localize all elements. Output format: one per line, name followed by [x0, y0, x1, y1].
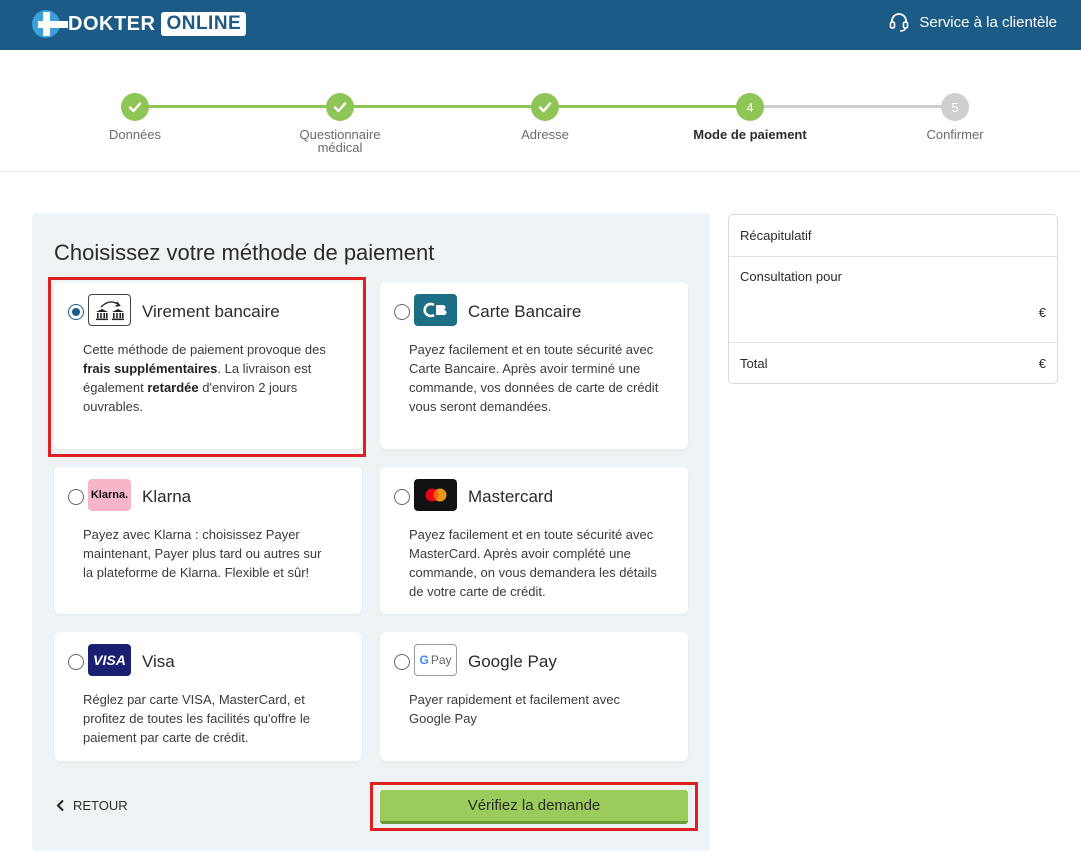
step-3-check-icon [531, 93, 559, 121]
payment-option-visa[interactable]: VISA Visa Réglez par carte VISA, MasterC… [54, 632, 362, 761]
page-title: Choisissez votre méthode de paiement [54, 240, 435, 265]
carte-bancaire-radio[interactable] [394, 304, 410, 320]
visa-icon: VISA [88, 644, 131, 676]
klarna-icon: Klarna. [88, 479, 131, 511]
summary-consultation-label: Consultation pour [740, 269, 842, 284]
top-header: DOKTER ONLINE Service à la clientèle [0, 0, 1081, 50]
plus-logo-icon [32, 10, 68, 38]
step-label-adresse: Adresse [521, 127, 569, 142]
step-1-check-icon [121, 93, 149, 121]
google-pay-icon: G Pay [414, 644, 457, 676]
step-2-check-icon [326, 93, 354, 121]
step-4-circle: 4 [736, 93, 764, 121]
mastercard-icon [414, 479, 457, 511]
summary-consultation-price: € [1038, 305, 1046, 320]
summary-total-price: € [1038, 356, 1046, 371]
step-label-paiement: Mode de paiement [693, 127, 807, 142]
google-pay-radio[interactable] [394, 654, 410, 670]
summary-divider [729, 256, 1057, 257]
logo-word-dokter: DOKTER [68, 12, 156, 35]
visa-radio[interactable] [68, 654, 84, 670]
payment-option-mastercard[interactable]: Mastercard Payez facilement et en toute … [380, 467, 688, 614]
klarna-description: Payez avec Klarna : choisissez Payer mai… [83, 527, 322, 580]
customer-service-link[interactable]: Service à la clientèle [888, 11, 1057, 33]
step-label-donnees: Données [108, 127, 162, 142]
klarna-name: Klarna [142, 487, 192, 506]
klarna-radio[interactable] [68, 489, 84, 505]
google-pay-description: Payer rapidement et facilement avec Goog… [409, 692, 620, 726]
visa-name: Visa [142, 652, 175, 671]
back-label: RETOUR [73, 798, 128, 813]
mastercard-radio[interactable] [394, 489, 410, 505]
verify-request-button[interactable]: Vérifiez la demande [380, 790, 688, 824]
carte-bancaire-description: Payez facilement et en toute sécurité av… [409, 342, 659, 414]
visa-description: Réglez par carte VISA, MasterCard, et pr… [83, 692, 310, 745]
payment-option-google-pay[interactable]: G Pay Google Pay Payer rapidement et faci… [380, 632, 688, 761]
back-link[interactable]: RETOUR [56, 798, 128, 813]
progress-stepper: 4 5 Données Questionnaire médical Adress… [0, 50, 1081, 172]
carte-bancaire-icon [414, 294, 457, 326]
step-label-confirmer: Confirmer [926, 127, 984, 142]
mastercard-name: Mastercard [468, 487, 554, 506]
order-summary: Récapitulatif Consultation pour € Total … [728, 214, 1058, 384]
payment-option-carte-bancaire[interactable]: Carte Bancaire Payez facilement et en to… [380, 282, 688, 449]
stepper-track-done [135, 105, 750, 108]
logo-word-online: ONLINE [161, 12, 247, 36]
chevron-left-icon [56, 799, 64, 812]
summary-divider [729, 342, 1057, 343]
step-5-circle: 5 [941, 93, 969, 121]
google-pay-name: Google Pay [468, 652, 557, 671]
customer-service-label: Service à la clientèle [919, 13, 1057, 31]
mastercard-description: Payez facilement et en toute sécurité av… [409, 527, 657, 599]
summary-title: Récapitulatif [740, 228, 812, 243]
stepper-track-todo [750, 105, 955, 108]
carte-bancaire-name: Carte Bancaire [468, 302, 582, 321]
payment-option-klarna[interactable]: Klarna. Klarna Payez avec Klarna : chois… [54, 467, 362, 614]
selection-highlight [48, 277, 366, 457]
step-label-questionnaire: Questionnaire médical [299, 127, 381, 155]
dokter-online-logo[interactable]: DOKTER ONLINE [32, 10, 247, 38]
headset-icon [890, 13, 909, 32]
